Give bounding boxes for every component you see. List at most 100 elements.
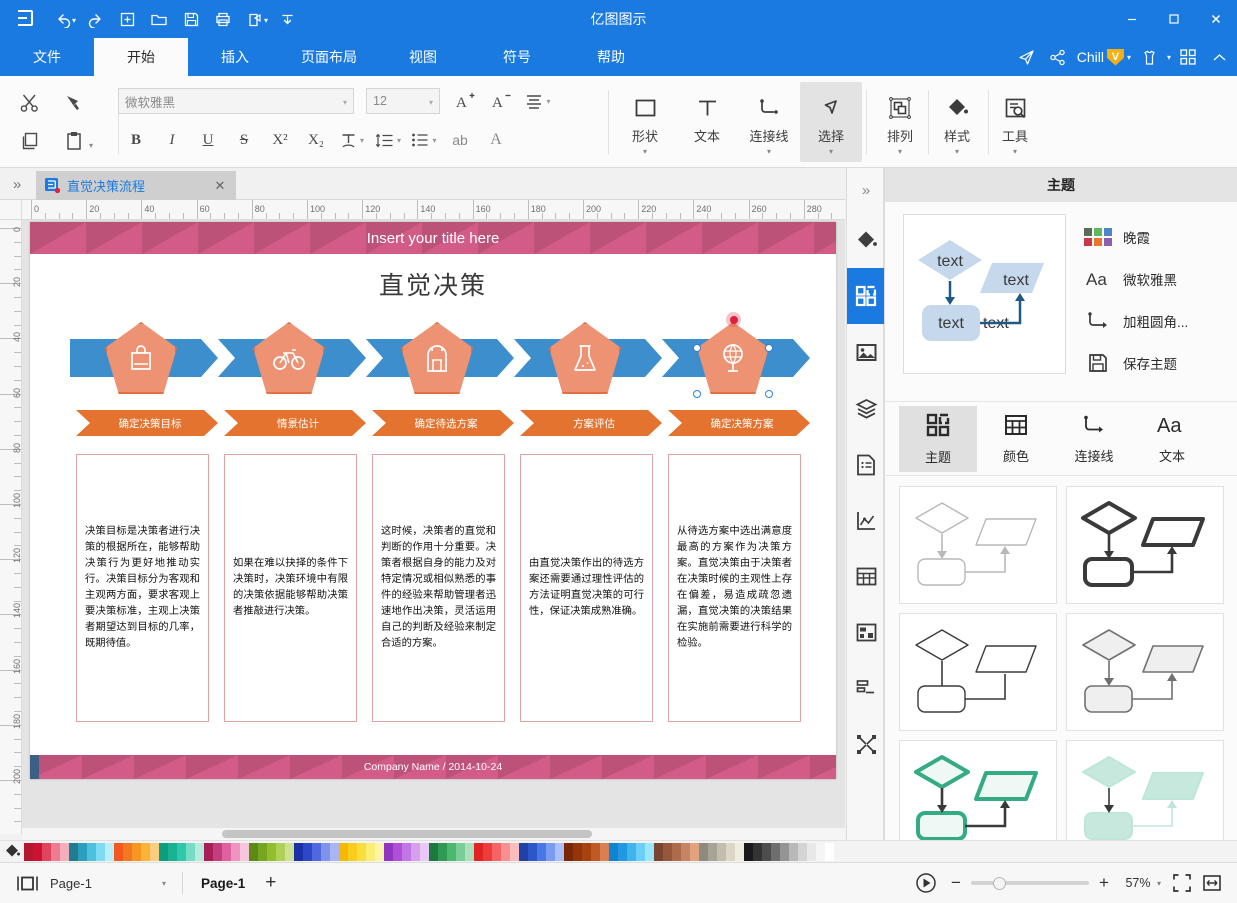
step-icon-globe[interactable] [697,322,769,394]
canvas-hscroll-thumb[interactable] [222,830,592,838]
page-header-title[interactable]: Insert your title here [30,222,836,254]
theme-card-plain-noarrow[interactable] [899,613,1057,731]
menu-tab-insert[interactable]: 插入 [188,38,282,76]
account-menu[interactable]: Chill V ▾ [1075,48,1133,66]
undo-caret-icon[interactable]: ▾ [72,17,76,25]
color-swatch[interactable] [366,842,375,861]
color-swatch[interactable] [510,842,519,861]
page-tab-page-1[interactable]: Page-1 [191,876,255,891]
network-icon[interactable] [847,716,885,772]
step-textbox-5[interactable]: 从待选方案中选出满意度最高的方案作为决策方案。直觉决策由于决策者在决策时候的主观… [668,454,801,722]
color-swatch[interactable] [447,842,456,861]
theme-card-gray-fill[interactable] [1066,613,1224,731]
diagram-title[interactable]: 直觉决策 [30,266,836,302]
theme-card-grid[interactable] [885,478,1237,840]
skin-caret-icon[interactable]: ▾ [1167,53,1171,62]
copy-button[interactable] [8,123,52,159]
line-spacing-caret-icon[interactable]: ▾ [397,136,401,145]
step-icon-flask[interactable] [549,322,621,394]
theme-card-green-solid[interactable] [1066,740,1224,840]
gantt-icon[interactable] [847,604,885,660]
arrange-button[interactable]: 排列 ▾ [872,82,928,162]
shape-tool-button[interactable]: 形状 ▾ [614,82,676,162]
font-family-caret-icon[interactable]: ▾ [343,98,347,107]
style-caret-icon[interactable]: ▾ [955,148,959,156]
subscript-button[interactable]: X₂ [298,123,334,157]
color-swatch[interactable] [33,842,42,861]
color-swatch[interactable] [240,842,249,861]
document-tab-close-icon[interactable]: ✕ [212,178,228,194]
expand-panel-icon[interactable]: » [847,168,885,212]
color-swatch[interactable] [681,842,690,861]
fit-page-icon[interactable] [1167,869,1197,897]
theme-font-row[interactable]: Aa 微软雅黑 [1085,258,1230,300]
color-swatch[interactable] [186,842,195,861]
shrink-font-button[interactable]: A [484,84,520,118]
menu-tab-page-layout[interactable]: 页面布局 [282,38,376,76]
page-view-icon[interactable] [10,869,44,897]
color-swatch[interactable] [114,842,123,861]
color-swatch[interactable] [618,842,627,861]
theme-card-green-outline[interactable] [899,740,1057,840]
color-swatch[interactable] [798,842,807,861]
tools-button[interactable]: 工具 ▾ [986,82,1044,162]
image-icon[interactable] [847,324,885,380]
menu-tab-help[interactable]: 帮助 [564,38,658,76]
color-swatch[interactable] [402,842,411,861]
step-icon-backpack[interactable] [401,322,473,394]
bold-button[interactable]: B [118,123,154,157]
theme-subtab-color[interactable]: 颜色 [977,406,1055,472]
color-swatch[interactable] [645,842,654,861]
color-swatch[interactable] [249,842,258,861]
color-swatch[interactable] [753,842,762,861]
color-swatch[interactable] [51,842,60,861]
maximize-button[interactable] [1153,0,1195,38]
color-swatch[interactable] [87,842,96,861]
color-swatch[interactable] [555,842,564,861]
page-footer-title[interactable]: Company Name / 2014-10-24 [30,755,836,779]
select-tool-caret-icon[interactable]: ▾ [829,148,833,156]
bullets-button[interactable]: ▾ [406,123,442,157]
color-swatch[interactable] [438,842,447,861]
fill-style-icon[interactable] [847,212,885,268]
step-textbox-2[interactable]: 如果在难以抉择的条件下决策时，决策环境中有限的决策依据能够帮助决策者推敲进行决策… [224,454,357,722]
color-swatch[interactable] [807,842,816,861]
color-swatch[interactable] [546,842,555,861]
step-icon-shopping-bag[interactable] [105,322,177,394]
mindmap-icon[interactable] [847,660,885,716]
menu-tab-file[interactable]: 文件 [0,38,94,76]
export-icon[interactable]: ▾ [240,6,270,32]
text-style-button[interactable]: ▾ [334,123,370,157]
color-swatch[interactable] [501,842,510,861]
color-swatch[interactable] [672,842,681,861]
selection-handle-tr[interactable] [765,344,773,352]
color-swatch[interactable] [429,842,438,861]
theme-grid-icon[interactable] [847,268,885,324]
align-button[interactable]: ▾ [520,84,556,118]
theme-color-row[interactable]: 晚霞 [1084,216,1230,258]
color-swatch[interactable] [150,842,159,861]
bullets-caret-icon[interactable]: ▾ [432,136,436,145]
color-swatch[interactable] [177,842,186,861]
color-swatch[interactable] [825,842,834,861]
color-swatch[interactable] [78,842,87,861]
color-swatch[interactable] [267,842,276,861]
present-icon[interactable] [911,869,941,897]
color-swatch[interactable] [339,842,348,861]
selection-handle-tl[interactable] [693,344,701,352]
color-swatch[interactable] [132,842,141,861]
document-page[interactable]: Insert your title here 直觉决策 确定决策目标 情景估计 … [30,222,836,779]
step-textbox-4[interactable]: 由直觉决策作出的待选方案还需要通过理性评估的方法证明直觉决策的可行性，保证决策成… [520,454,653,722]
theme-card-bold-dark[interactable] [1066,486,1224,604]
step-textbox-3[interactable]: 这时候，决策者的直觉和判断的作用十分重要。决策者根据自身的能力及对特定情况或相似… [372,454,505,722]
color-swatch[interactable] [582,842,591,861]
color-swatch[interactable] [330,842,339,861]
color-swatch-list[interactable] [24,842,834,861]
color-swatch[interactable] [69,842,78,861]
print-icon[interactable] [208,6,238,32]
color-swatch[interactable] [231,842,240,861]
text-tool-button[interactable]: 文本 [676,82,738,162]
fill-bucket-icon[interactable] [0,841,24,863]
save-icon[interactable] [176,6,206,32]
color-swatch[interactable] [60,842,69,861]
